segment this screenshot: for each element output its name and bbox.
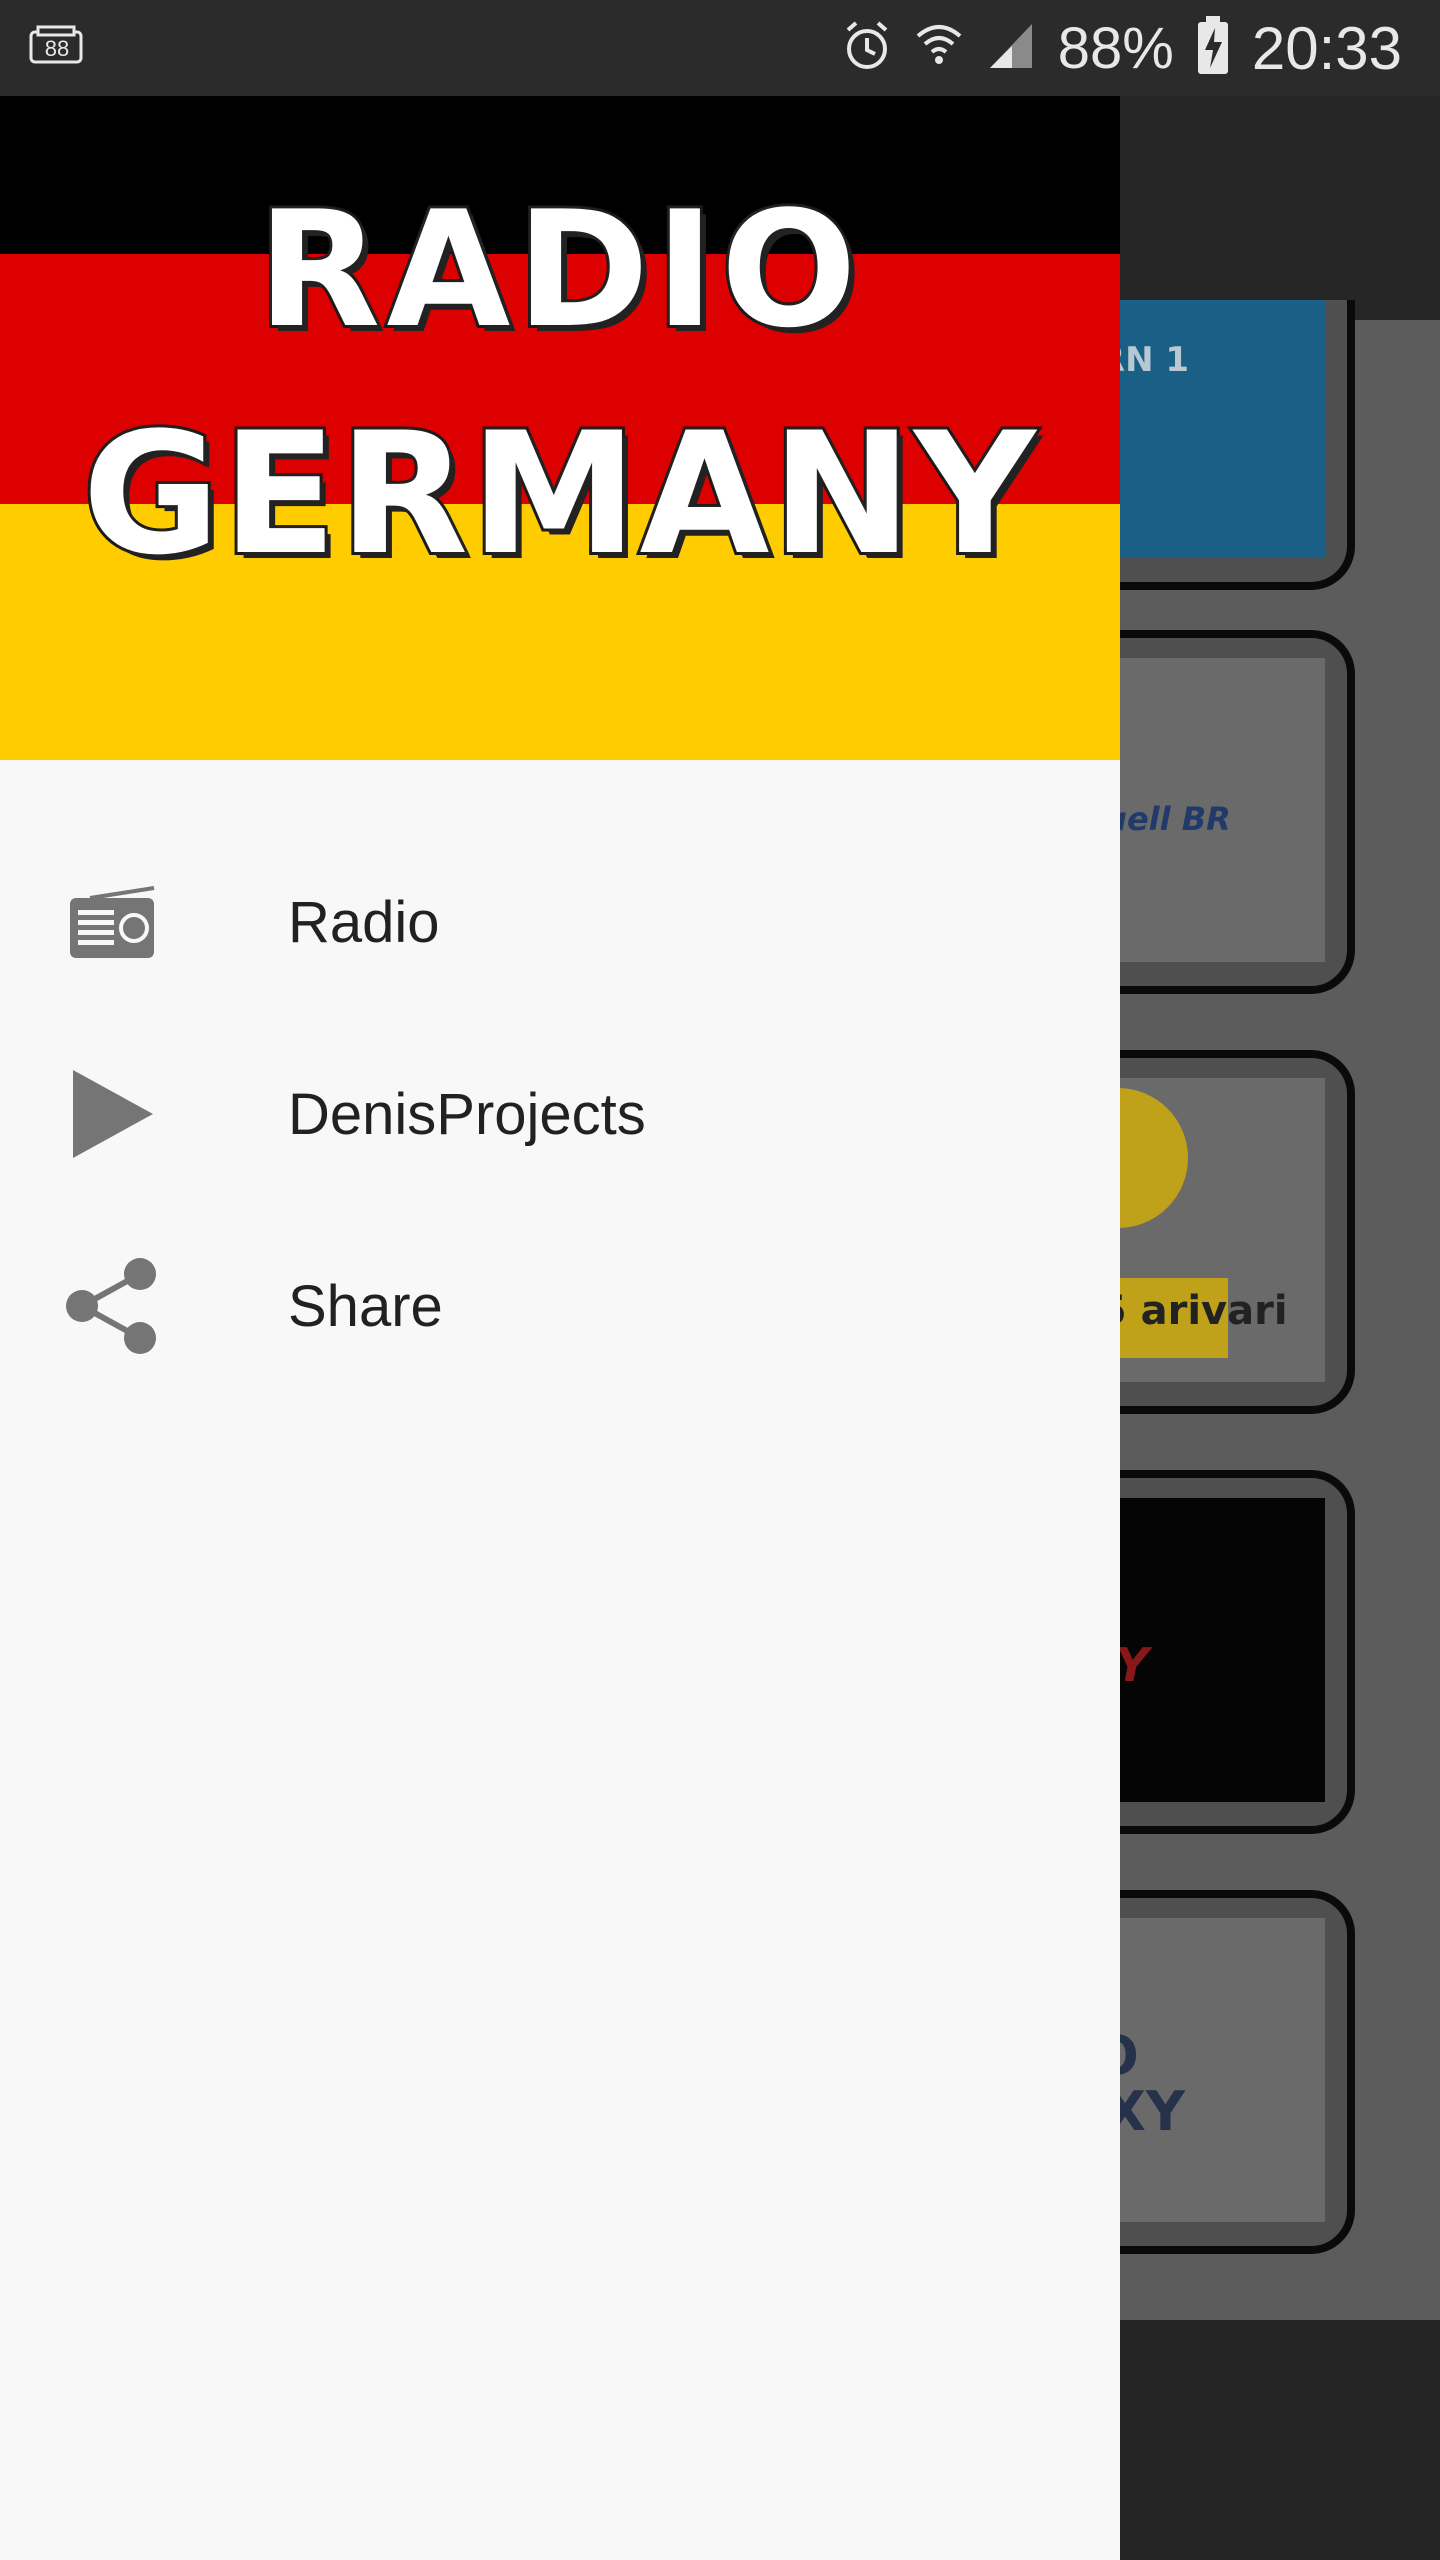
menu-item-radio[interactable]: Radio bbox=[0, 826, 1120, 1018]
clock: 20:33 bbox=[1251, 14, 1402, 82]
menu-label: Share bbox=[288, 1273, 443, 1339]
drawer-header: RADIO GERMANY bbox=[0, 96, 1120, 760]
battery-charging-icon bbox=[1196, 15, 1230, 81]
notification-text: 88 bbox=[45, 36, 69, 61]
menu-item-denisprojects[interactable]: DenisProjects bbox=[0, 1018, 1120, 1210]
radio-icon bbox=[62, 872, 162, 972]
logo-title-line2: GERMANY bbox=[79, 393, 1038, 595]
menu-label: Radio bbox=[288, 889, 440, 955]
navigation-drawer: RADIO GERMANY Radio DenisProjects Share bbox=[0, 96, 1120, 2560]
battery-percent: 88% bbox=[1057, 15, 1174, 81]
wifi-icon bbox=[914, 20, 964, 77]
menu-item-share[interactable]: Share bbox=[0, 1210, 1120, 1402]
play-icon bbox=[62, 1064, 162, 1164]
notification-88-icon: 88 bbox=[28, 24, 88, 73]
logo-title-line1: RADIO bbox=[254, 173, 863, 366]
cell-signal-icon bbox=[986, 20, 1036, 77]
share-icon bbox=[62, 1256, 162, 1356]
drawer-menu: Radio DenisProjects Share bbox=[0, 826, 1120, 1402]
alarm-clock-icon bbox=[842, 20, 892, 77]
menu-label: DenisProjects bbox=[288, 1081, 646, 1147]
status-bar: 88 88% 20:33 bbox=[0, 0, 1440, 96]
